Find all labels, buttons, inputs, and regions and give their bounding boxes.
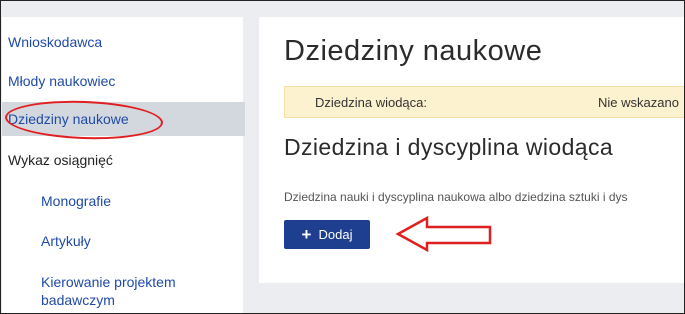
sidebar-item-mlody-naukowiec[interactable]: Młody naukowiec <box>2 72 245 90</box>
leading-field-alert: Dziedzina wiodąca: Nie wskazano <box>284 86 685 118</box>
sidebar-item-kierowanie-projektem[interactable]: Kierowanie projektem badawczym <box>2 273 278 309</box>
add-button[interactable]: + Dodaj <box>284 220 370 249</box>
alert-label: Dziedzina wiodąca: <box>315 95 428 110</box>
sidebar: Wnioskodawca Młody naukowiec Dziedziny n… <box>2 17 245 314</box>
sidebar-item-label: Monografie <box>41 193 112 209</box>
section-description: Dziedzina nauki i dyscyplina naukowa alb… <box>284 190 628 204</box>
sidebar-item-artykuly[interactable]: Artykuły <box>2 232 278 250</box>
plus-icon: + <box>301 225 312 244</box>
sidebar-item-monografie[interactable]: Monografie <box>2 192 278 210</box>
sidebar-item-label: Kierowanie projektem <box>41 274 176 290</box>
sidebar-item-label: Młody naukowiec <box>8 73 116 89</box>
annotation-arrow-icon <box>395 215 492 253</box>
sidebar-item-wnioskodawca[interactable]: Wnioskodawca <box>2 33 245 51</box>
add-button-label: Dodaj <box>318 227 353 242</box>
page-title: Dziedziny naukowe <box>284 35 543 67</box>
sidebar-item-label: Artykuły <box>41 233 91 249</box>
sidebar-item-label: Wykaz osiągnięć <box>8 152 113 168</box>
sidebar-item-wykaz-osiagniec[interactable]: Wykaz osiągnięć <box>2 151 245 169</box>
section-title: Dziedzina i dyscyplina wiodąca <box>284 134 614 160</box>
sidebar-item-label: Wnioskodawca <box>8 34 103 50</box>
alert-value: Nie wskazano <box>598 95 679 110</box>
sidebar-item-label-line2: badawczym <box>41 292 115 308</box>
